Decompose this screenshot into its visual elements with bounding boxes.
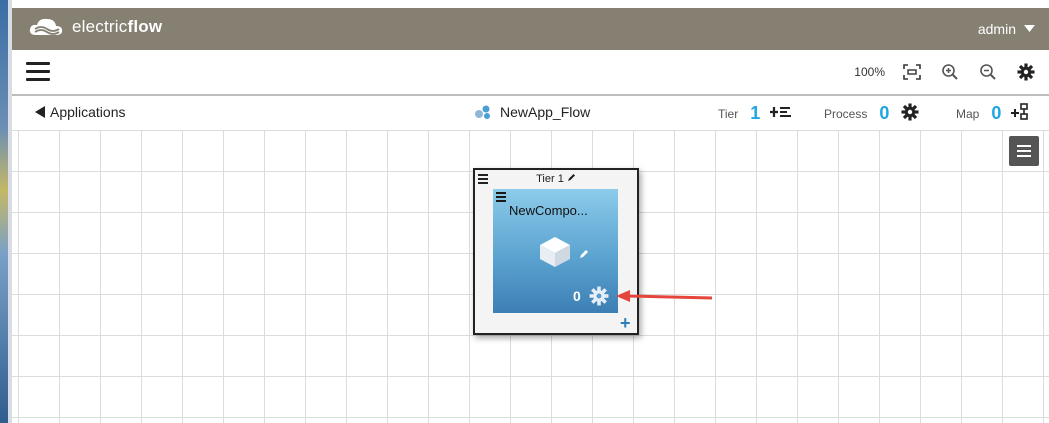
zoom-level: 100% xyxy=(854,65,885,79)
brand-name: electricflow xyxy=(72,17,163,36)
add-process-button[interactable] xyxy=(901,103,919,124)
application-name: NewApp_Flow xyxy=(500,104,591,120)
fit-to-screen-icon xyxy=(903,64,921,80)
component-process-count: 0 xyxy=(573,288,581,304)
caret-down-icon xyxy=(1024,25,1035,32)
application-icon xyxy=(475,105,490,119)
zoom-out-icon xyxy=(980,64,996,80)
desktop-edge xyxy=(0,0,12,423)
zoom-in-button[interactable] xyxy=(939,61,961,83)
component-menu-button[interactable] xyxy=(496,192,506,204)
app-window: electricflow admin 100% Applications New… xyxy=(12,8,1049,423)
pencil-icon xyxy=(567,174,575,181)
pencil-icon xyxy=(580,250,588,258)
process-stat-label: Process xyxy=(824,106,868,121)
tier-stat-label: Tier xyxy=(718,106,739,121)
side-panel-toggle-button[interactable] xyxy=(1009,136,1039,166)
component-name: NewCompo... xyxy=(509,203,588,218)
component-cube-icon xyxy=(540,237,570,267)
tier-title: Tier 1 xyxy=(475,173,637,185)
main-menu-button[interactable] xyxy=(26,62,50,82)
user-name: admin xyxy=(977,21,1016,37)
add-tier-icon xyxy=(770,107,792,117)
back-label: Applications xyxy=(50,104,126,120)
edit-component-button[interactable] xyxy=(579,246,589,264)
zoom-in-icon xyxy=(942,64,958,80)
map-stat-label: Map xyxy=(956,106,980,121)
tier-name: Tier 1 xyxy=(536,173,564,185)
gear-icon xyxy=(589,286,609,306)
list-menu-icon xyxy=(1017,145,1031,147)
application-info-bar: Applications NewApp_Flow Tier 1 Process … xyxy=(12,96,1049,130)
tier-stat: Tier 1 xyxy=(718,103,792,124)
back-to-applications-link[interactable]: Applications xyxy=(34,104,126,120)
annotation-arrow-icon xyxy=(616,290,713,302)
edit-tier-button[interactable] xyxy=(567,173,576,185)
tier-count: 1 xyxy=(750,103,761,123)
component-tile[interactable]: NewCompo... 0 xyxy=(493,189,618,313)
add-tier-button[interactable] xyxy=(770,104,792,123)
back-arrow-icon xyxy=(35,106,45,118)
application-title: NewApp_Flow xyxy=(474,104,590,120)
brand-logo[interactable]: electricflow xyxy=(28,16,162,38)
process-stat: Process 0 xyxy=(824,103,919,124)
user-menu[interactable]: admin xyxy=(978,21,1035,37)
component-menu-icon xyxy=(496,192,506,194)
menu-icon xyxy=(26,62,50,65)
fit-to-screen-button[interactable] xyxy=(901,61,923,83)
add-map-button[interactable] xyxy=(1011,103,1029,124)
component-process-button[interactable] xyxy=(589,286,609,311)
process-gear-icon xyxy=(901,103,919,121)
zoom-out-button[interactable] xyxy=(977,61,999,83)
add-component-button[interactable]: + xyxy=(620,314,631,332)
gear-icon xyxy=(1017,63,1035,81)
add-map-icon xyxy=(1011,103,1029,120)
settings-button[interactable] xyxy=(1015,61,1037,83)
zoom-controls: 100% xyxy=(854,61,1037,83)
top-header: electricflow admin xyxy=(12,8,1049,50)
cloud-logo-icon xyxy=(29,18,63,35)
tier-card[interactable]: Tier 1 NewCompo... 0 + xyxy=(473,168,639,335)
map-stat: Map 0 xyxy=(956,103,1029,124)
process-count: 0 xyxy=(879,103,890,123)
canvas-toolbar: 100% xyxy=(12,50,1049,96)
map-count: 0 xyxy=(991,103,1002,123)
